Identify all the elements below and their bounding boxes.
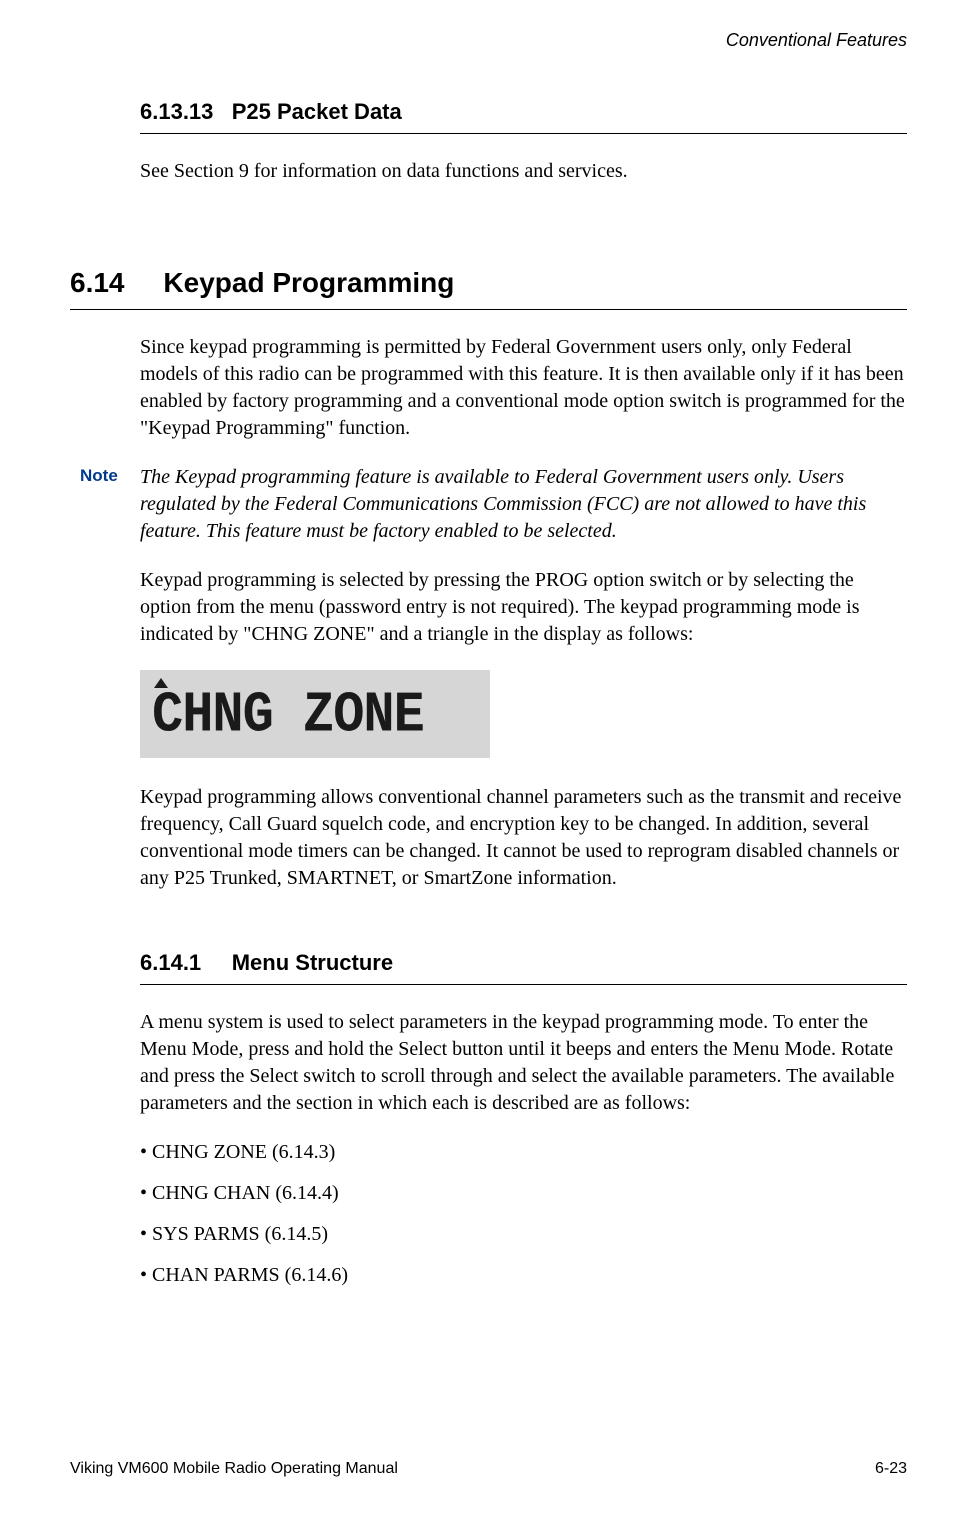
note-text: The Keypad programming feature is availa…: [140, 464, 907, 545]
bullet-list: CHNG ZONE (6.14.3) CHNG CHAN (6.14.4) SY…: [140, 1139, 907, 1289]
divider: [140, 133, 907, 134]
list-item: CHAN PARMS (6.14.6): [140, 1262, 907, 1289]
list-item: SYS PARMS (6.14.5): [140, 1221, 907, 1248]
lcd-text: CHNG ZONE: [152, 687, 478, 744]
divider: [70, 309, 907, 310]
footer-right: 6-23: [875, 1460, 907, 1478]
paragraph: See Section 9 for information on data fu…: [140, 158, 907, 185]
section-title: P25 Packet Data: [232, 99, 402, 124]
section-title: Keypad Programming: [163, 267, 454, 298]
note-block: Note The Keypad programming feature is a…: [80, 464, 907, 545]
note-label: Note: [80, 464, 140, 545]
footer-left: Viking VM600 Mobile Radio Operating Manu…: [70, 1460, 398, 1478]
paragraph: Since keypad programming is permitted by…: [140, 334, 907, 442]
list-item: CHNG ZONE (6.14.3): [140, 1139, 907, 1166]
lcd-display: CHNG ZONE: [140, 670, 490, 758]
running-header: Conventional Features: [70, 30, 907, 51]
paragraph: Keypad programming is selected by pressi…: [140, 567, 907, 648]
heading-6-13-13: 6.13.13 P25 Packet Data: [140, 99, 907, 125]
heading-6-14: 6.14 Keypad Programming: [70, 267, 907, 299]
list-item: CHNG CHAN (6.14.4): [140, 1180, 907, 1207]
section-title: Menu Structure: [232, 950, 393, 975]
paragraph: A menu system is used to select paramete…: [140, 1009, 907, 1117]
page-footer: Viking VM600 Mobile Radio Operating Manu…: [70, 1460, 907, 1478]
heading-6-14-1: 6.14.1 Menu Structure: [140, 950, 907, 976]
section-number: 6.14.1: [140, 950, 201, 975]
section-number: 6.13.13: [140, 99, 213, 124]
paragraph: Keypad programming allows conventional c…: [140, 784, 907, 892]
divider: [140, 984, 907, 985]
section-number: 6.14: [70, 267, 125, 298]
